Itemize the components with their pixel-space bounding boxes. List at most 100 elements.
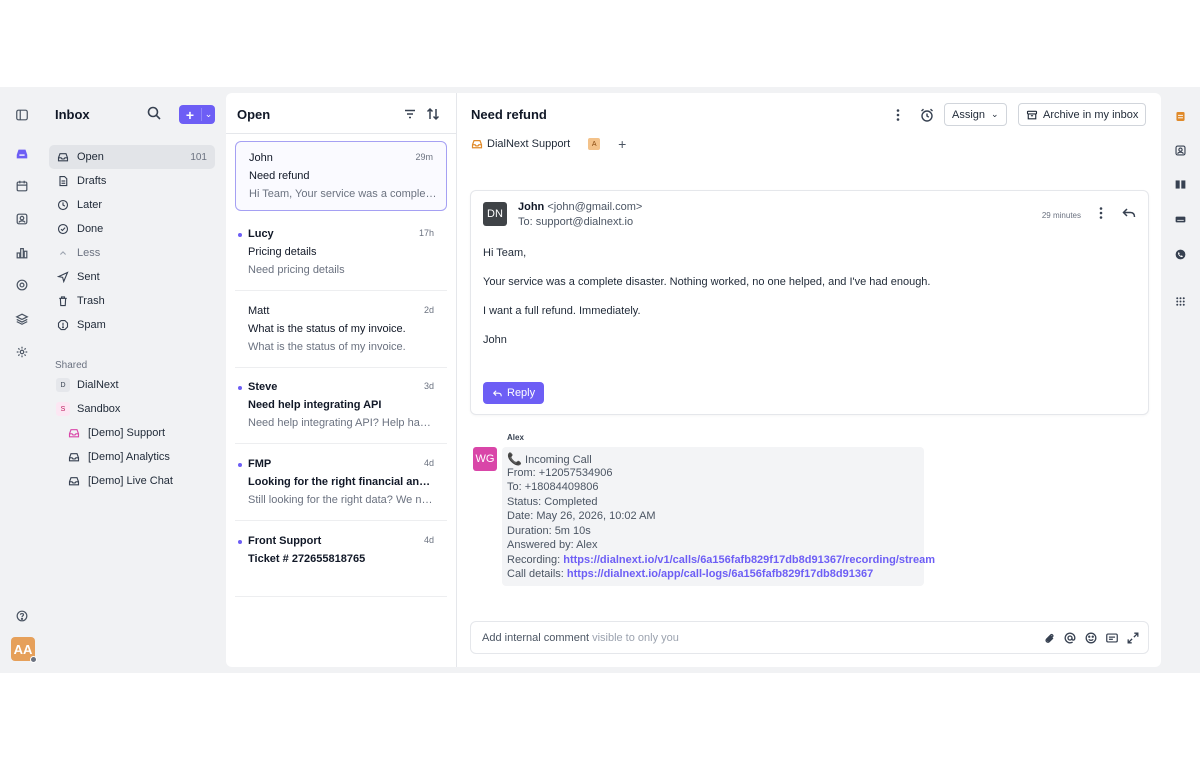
emoji-icon[interactable] <box>1084 631 1098 645</box>
sidebar-item-label: Spam <box>77 319 106 331</box>
help-icon[interactable] <box>12 606 32 626</box>
card-sender: Lucy <box>248 228 274 240</box>
sidebar-item-label: Done <box>77 223 104 235</box>
open-count-badge: 101 <box>190 151 207 163</box>
comment-composer[interactable]: Add internal comment visible to only you <box>470 621 1149 654</box>
archive-label: Archive in my inbox <box>1043 108 1139 121</box>
add-tag-icon[interactable]: + <box>618 136 626 152</box>
sidebar-item-demo-live-chat[interactable]: [Demo] Live Chat <box>60 469 215 493</box>
shared-section-label: Shared <box>55 360 88 371</box>
sidebar-item-less[interactable]: Less <box>49 241 215 265</box>
call-detail-line: Answered by: Alex <box>507 539 598 551</box>
card-divider <box>235 367 447 368</box>
inbox-icon[interactable] <box>12 144 32 164</box>
call-detail-line: To: +18084409806 <box>507 481 599 493</box>
card-sender: John <box>249 152 273 164</box>
call-detail-line: Date: May 26, 2026, 10:02 AM <box>507 510 656 522</box>
message-time: 29 minutes <box>1041 211 1081 220</box>
assign-button[interactable]: Assign ⌄ <box>944 103 1007 126</box>
knowledge-book-icon[interactable] <box>1172 176 1188 192</box>
snooze-alarm-icon[interactable] <box>919 107 935 123</box>
card-divider <box>235 290 447 291</box>
sidebar-item-label: Trash <box>77 295 105 307</box>
contacts-icon[interactable] <box>12 209 32 229</box>
unread-dot <box>238 540 242 544</box>
inbox-tray-icon <box>56 150 70 164</box>
conversation-tags: DialNext Support A + <box>471 136 626 152</box>
note-avatar: WG <box>473 447 497 471</box>
calendar-icon[interactable] <box>12 176 32 196</box>
sidebar-item-trash[interactable]: Trash <box>49 289 215 313</box>
conversation-card[interactable]: Steve 3d Need help integrating API Need … <box>235 371 447 441</box>
inbox-tray-icon <box>471 138 483 150</box>
sidebar-item-done[interactable]: Done <box>49 217 215 241</box>
conversation-title: Need refund <box>471 107 547 122</box>
sidebar-item-drafts[interactable]: Drafts <box>49 169 215 193</box>
card-subject: Pricing details <box>248 246 317 258</box>
app-window: AA Inbox + ⌄ Open 101 Drafts Later Done … <box>0 87 1200 673</box>
email-message: DN John <john@gmail.com> To: support@dia… <box>470 190 1149 415</box>
sidebar-item-label: DialNext <box>77 379 119 391</box>
filter-icon[interactable] <box>402 106 418 122</box>
reply-arrow-icon[interactable] <box>1121 205 1137 221</box>
mention-icon[interactable] <box>1063 631 1077 645</box>
call-details-link[interactable]: https://dialnext.io/app/call-logs/6a156f… <box>567 568 873 580</box>
chevron-down-icon[interactable]: ⌄ <box>202 109 215 120</box>
workspace-badge: D <box>56 378 70 392</box>
keyboard-icon[interactable] <box>1172 211 1188 227</box>
conversation-card[interactable]: FMP 4d Looking for the right financial a… <box>235 448 447 518</box>
attachment-icon[interactable] <box>1042 631 1056 645</box>
help-center-icon[interactable] <box>12 275 32 295</box>
clock-icon <box>56 198 70 212</box>
phone-circle-icon[interactable] <box>1172 246 1188 262</box>
more-vertical-icon[interactable] <box>1093 205 1109 221</box>
conversation-card[interactable]: Matt 2d What is the status of my invoice… <box>235 295 447 365</box>
call-details-row: Call details: https://dialnext.io/app/ca… <box>507 568 873 580</box>
recording-link[interactable]: https://dialnext.io/v1/calls/6a156fafb82… <box>563 554 935 566</box>
sidebar-toggle-icon[interactable] <box>12 105 32 125</box>
more-vertical-icon[interactable] <box>890 107 906 123</box>
sender-name: John <box>518 201 545 213</box>
notes-icon[interactable] <box>1172 108 1188 124</box>
new-conversation-button[interactable]: + ⌄ <box>179 105 215 124</box>
inbox-tray-icon <box>67 426 81 440</box>
inbox-tag-label[interactable]: DialNext Support <box>487 138 570 150</box>
expand-icon[interactable] <box>1126 631 1140 645</box>
apps-grid-icon[interactable] <box>1172 293 1188 309</box>
sidebar-item-demo-analytics[interactable]: [Demo] Analytics <box>60 445 215 469</box>
card-divider <box>235 596 447 597</box>
contact-card-icon[interactable] <box>1172 142 1188 158</box>
sidebar-item-demo-support[interactable]: [Demo] Support <box>60 421 215 445</box>
body-paragraph: Your service was a complete disaster. No… <box>483 276 931 288</box>
reply-button[interactable]: Reply <box>483 382 545 404</box>
sidebar-item-later[interactable]: Later <box>49 193 215 217</box>
settings-gear-icon[interactable] <box>12 342 32 362</box>
comment-input[interactable]: Add internal comment visible to only you <box>482 632 679 644</box>
gif-icon[interactable] <box>1105 631 1119 645</box>
inbox-tray-icon <box>67 474 81 488</box>
archive-button[interactable]: Archive in my inbox <box>1018 103 1147 126</box>
sidebar-item-sandbox[interactable]: S Sandbox <box>49 397 215 421</box>
layers-icon[interactable] <box>12 309 32 329</box>
trash-icon <box>56 294 70 308</box>
unread-dot <box>238 233 242 237</box>
search-icon[interactable] <box>146 105 164 123</box>
unread-dot <box>238 463 242 467</box>
sort-icon[interactable] <box>425 106 441 122</box>
assign-label: Assign <box>952 108 986 121</box>
conversation-card[interactable]: Front Support 4d Ticket # 272655818765 <box>235 525 447 595</box>
sidebar-item-dialnext[interactable]: D DialNext <box>49 373 215 397</box>
check-circle-icon <box>56 222 70 236</box>
conversation-view: Need refund Assign ⌄ Archive in my inbox <box>457 93 1161 667</box>
sidebar-item-label: Sent <box>77 271 100 283</box>
conversation-card[interactable]: John 29m Need refund Hi Team, Your servi… <box>235 141 447 211</box>
sidebar-item-open[interactable]: Open 101 <box>49 145 215 169</box>
card-sender: Matt <box>248 305 270 317</box>
sidebar-item-sent[interactable]: Sent <box>49 265 215 289</box>
conversation-card[interactable]: Lucy 17h Pricing details Need pricing de… <box>235 218 447 288</box>
recording-label: Recording: <box>507 554 561 566</box>
assignee-badge[interactable]: A <box>588 138 601 150</box>
user-avatar[interactable]: AA <box>11 637 37 663</box>
sidebar-item-spam[interactable]: Spam <box>49 313 215 337</box>
analytics-icon[interactable] <box>12 243 32 263</box>
